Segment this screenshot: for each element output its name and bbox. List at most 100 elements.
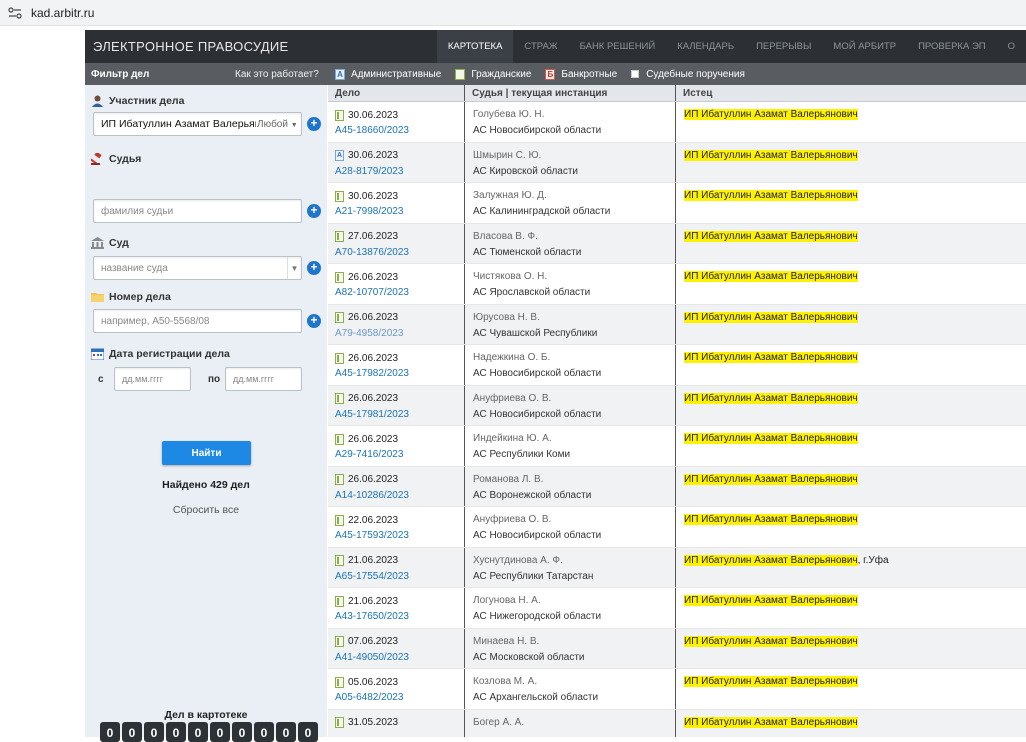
table-row[interactable]: 26.06.2023 А14-10286/2023 Романова Л. В. АС…: [328, 466, 1026, 507]
table-row[interactable]: 21.06.2023 А65-17554/2023 Хуснутдинова А. …: [328, 547, 1026, 588]
case-number-link[interactable]: А82-10707/2023: [335, 287, 464, 298]
court-select[interactable]: название суда: [93, 256, 302, 280]
counter-digit: 0: [122, 722, 142, 742]
judge-cell: Юрусова Н. В. АС Чувашской Республики: [465, 304, 676, 344]
plaintiff-suffix: , г.Уфа: [857, 554, 889, 566]
nav-item[interactable]: БАНК РЕШЕНИЙ: [569, 30, 667, 63]
case-cell: 26.06.2023 А29-7416/2023: [328, 426, 465, 466]
reset-all-link[interactable]: Сбросить все: [85, 504, 327, 516]
nav-item[interactable]: ПРОВЕРКА ЭП: [907, 30, 997, 63]
nav-item[interactable]: О: [997, 30, 1026, 63]
date-to-input[interactable]: дд.мм.гггг: [225, 367, 302, 391]
plaintiff-name: ИП Ибатуллин Азамат Валерьянович: [684, 230, 858, 242]
filter-admin[interactable]: A Административные: [335, 68, 442, 80]
filter-court-orders[interactable]: Судебные поручения: [631, 69, 745, 80]
table-row[interactable]: 21.06.2023 А43-17650/2023 Логунова Н. А. АС…: [328, 588, 1026, 629]
browser-address-bar[interactable]: kad.arbitr.ru: [0, 0, 1026, 26]
judge-cell: Залужная Ю. Д. АС Калининградской области: [465, 183, 676, 223]
case-date: 21.06.2023: [348, 555, 399, 566]
case-number-link[interactable]: А21-7998/2023: [335, 206, 464, 217]
case-number-link[interactable]: А79-4958/2023: [335, 328, 464, 339]
plaintiff-cell: ИП Ибатуллин Азамат Валерьянович: [676, 264, 1026, 304]
table-row[interactable]: 27.06.2023 А70-13876/2023 Власова В. Ф. АС …: [328, 223, 1026, 264]
case-number-placeholder: например, А50-5568/08: [101, 315, 210, 327]
table-row[interactable]: 26.06.2023 А79-4958/2023 Юрусова Н. В. АС Ч…: [328, 304, 1026, 345]
table-row[interactable]: 26.06.2023 А82-10707/2023 Чистякова О. Н. А…: [328, 264, 1026, 305]
add-court-icon[interactable]: +: [307, 261, 321, 275]
judge-name: Индейкина Ю. А.: [473, 433, 552, 444]
gavel-icon: [91, 153, 102, 165]
participant-type-select[interactable]: Любой ▼: [257, 119, 298, 130]
plaintiff-name: ИП Ибатуллин Азамат Валерьянович: [684, 109, 858, 120]
case-cell: 26.06.2023 А45-17981/2023: [328, 385, 465, 425]
case-number-link[interactable]: А41-49050/2023: [335, 652, 464, 663]
judge-input[interactable]: фамилия судьи: [93, 199, 302, 223]
table-row[interactable]: 07.06.2023 А41-49050/2023 Минаева Н. В. АС …: [328, 628, 1026, 669]
header-case[interactable]: Дело: [328, 85, 465, 101]
site-logo[interactable]: ЭЛЕКТРОННОЕ ПРАВОСУДИЕ: [85, 39, 437, 54]
judge-placeholder: фамилия судьи: [101, 205, 174, 217]
table-row[interactable]: 31.05.2023 Богер А. А. ИП Ибатуллин Азамат…: [328, 709, 1026, 737]
nav-item[interactable]: МОЙ АРБИТР: [822, 30, 907, 63]
case-number-link[interactable]: А43-17650/2023: [335, 611, 464, 622]
header-plaintiff[interactable]: Истец: [676, 85, 1026, 101]
checkbox-icon[interactable]: [631, 70, 640, 78]
case-number-input[interactable]: например, А50-5568/08: [93, 309, 302, 333]
add-judge-icon[interactable]: +: [307, 204, 321, 218]
add-case-number-icon[interactable]: +: [307, 314, 321, 328]
filter-bar: Фильтр дел Как это работает? A Администр…: [85, 63, 1026, 85]
case-date: 30.06.2023: [348, 150, 399, 161]
filter-bankrupt[interactable]: Б Банкротные: [545, 68, 617, 80]
table-row[interactable]: 26.06.2023 А29-7416/2023 Индейкина Ю. А. АС…: [328, 426, 1026, 467]
case-cell: 30.06.2023 А45-18660/2023: [328, 102, 465, 142]
table-row[interactable]: 05.06.2023 А05-6482/2023 Козлова М. А. АС А…: [328, 669, 1026, 710]
table-row[interactable]: 26.06.2023 А45-17981/2023 Ануфриева О. В. А…: [328, 385, 1026, 426]
header-judge[interactable]: Судья | текущая инстанция: [465, 85, 676, 101]
case-number-link[interactable]: А14-10286/2023: [335, 490, 464, 501]
plaintiff-cell: ИП Ибатуллин Азамат Валерьянович: [676, 507, 1026, 547]
date-from-input[interactable]: дд.мм.гггг: [114, 367, 191, 391]
chevron-down-icon[interactable]: ▼: [287, 257, 301, 279]
case-number-link[interactable]: А28-8179/2023: [335, 166, 464, 177]
tune-icon[interactable]: [8, 6, 22, 19]
case-number-link[interactable]: А45-17982/2023: [335, 368, 464, 379]
civil-case-icon: [335, 312, 344, 323]
case-number-link[interactable]: А29-7416/2023: [335, 449, 464, 460]
plaintiff-cell: ИП Ибатуллин Азамат Валерьянович: [676, 345, 1026, 385]
case-number-link[interactable]: А45-18660/2023: [335, 125, 464, 136]
case-date: 27.06.2023: [348, 231, 399, 242]
cases-table: Дело Судья | текущая инстанция Истец 30.…: [328, 85, 1026, 737]
nav-item[interactable]: СТРАЖ: [513, 30, 568, 63]
case-number-link[interactable]: А05-6482/2023: [335, 692, 464, 703]
filter-admin-label: Административные: [351, 68, 442, 80]
court-name: АС Новосибирской области: [473, 408, 602, 420]
judge-cell: Надежкина О. Б. АС Новосибирской области: [465, 345, 676, 385]
judge-cell: Минаева Н. В. АС Московской области: [465, 628, 676, 668]
case-cell: 22.06.2023 А45-17593/2023: [328, 507, 465, 547]
case-number-link[interactable]: А70-13876/2023: [335, 247, 464, 258]
case-number-link[interactable]: А45-17593/2023: [335, 530, 464, 541]
judge-name: Минаева Н. В.: [473, 635, 540, 647]
table-row[interactable]: A 30.06.2023 А28-8179/2023 Шмырин С. Ю. АС К…: [328, 142, 1026, 183]
add-participant-icon[interactable]: +: [307, 117, 321, 131]
court-name: АС Республики Коми: [473, 449, 571, 460]
judge-name: Ануфриева О. В.: [473, 392, 552, 404]
plaintiff-cell: ИП Ибатуллин Азамат Валерьянович: [676, 183, 1026, 223]
nav-item[interactable]: КАРТОТЕКА: [436, 30, 514, 63]
case-number-link[interactable]: А45-17981/2023: [335, 409, 464, 420]
address-url[interactable]: kad.arbitr.ru: [31, 6, 94, 20]
how-it-works-link[interactable]: Как это работает?: [235, 69, 321, 80]
table-row[interactable]: 30.06.2023 А45-18660/2023 Голубева Ю. Н. АС…: [328, 102, 1026, 143]
filter-civil[interactable]: Гражданские: [455, 68, 531, 80]
case-number-link[interactable]: А65-17554/2023: [335, 571, 464, 582]
nav-item[interactable]: КАЛЕНДАРЬ: [666, 30, 745, 63]
table-row[interactable]: 26.06.2023 А45-17982/2023 Надежкина О. Б. А…: [328, 345, 1026, 386]
case-cell: 21.06.2023 А65-17554/2023: [328, 547, 465, 587]
case-date: 26.06.2023: [348, 352, 399, 364]
table-row[interactable]: 22.06.2023 А45-17593/2023 Ануфриева О. В. А…: [328, 507, 1026, 548]
nav-item[interactable]: ПЕРЕРЫВЫ: [745, 30, 822, 63]
judge-cell: Хуснутдинова А. Ф. АС Республики Татарста…: [465, 547, 676, 587]
judge-name: Надежкина О. Б.: [473, 352, 551, 363]
table-row[interactable]: 30.06.2023 А21-7998/2023 Залужная Ю. Д. АС …: [328, 183, 1026, 224]
find-button[interactable]: Найти: [162, 441, 251, 465]
